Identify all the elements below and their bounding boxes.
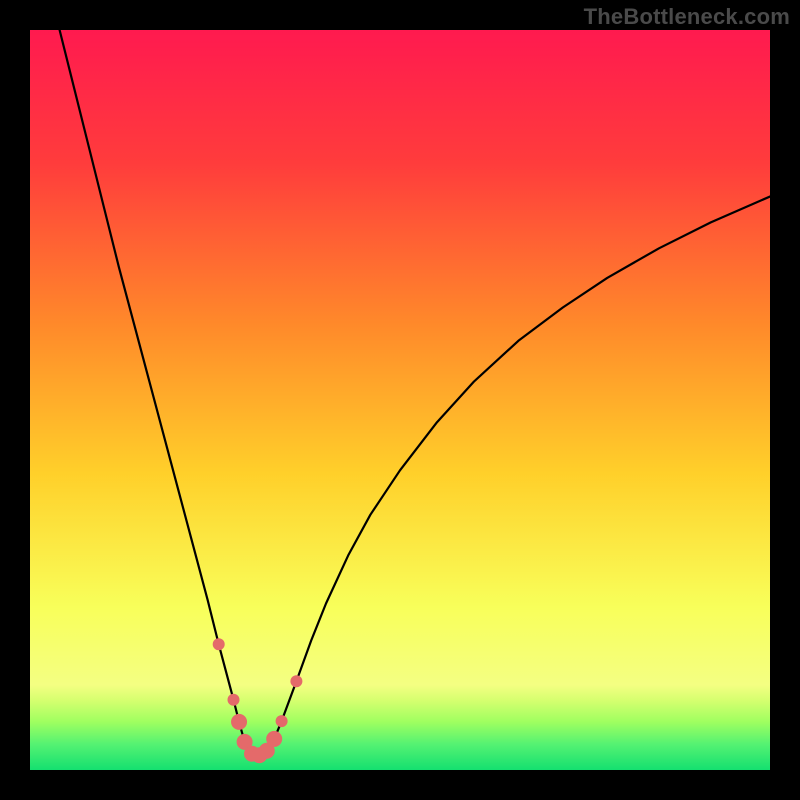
curve-marker: [228, 694, 240, 706]
curve-marker: [266, 731, 282, 747]
curve-marker: [276, 715, 288, 727]
bottleneck-chart: [30, 30, 770, 770]
curve-marker: [290, 675, 302, 687]
chart-frame: TheBottleneck.com: [0, 0, 800, 800]
curve-marker: [231, 714, 247, 730]
watermark-text: TheBottleneck.com: [584, 4, 790, 30]
curve-marker: [213, 638, 225, 650]
gradient-background: [30, 30, 770, 770]
